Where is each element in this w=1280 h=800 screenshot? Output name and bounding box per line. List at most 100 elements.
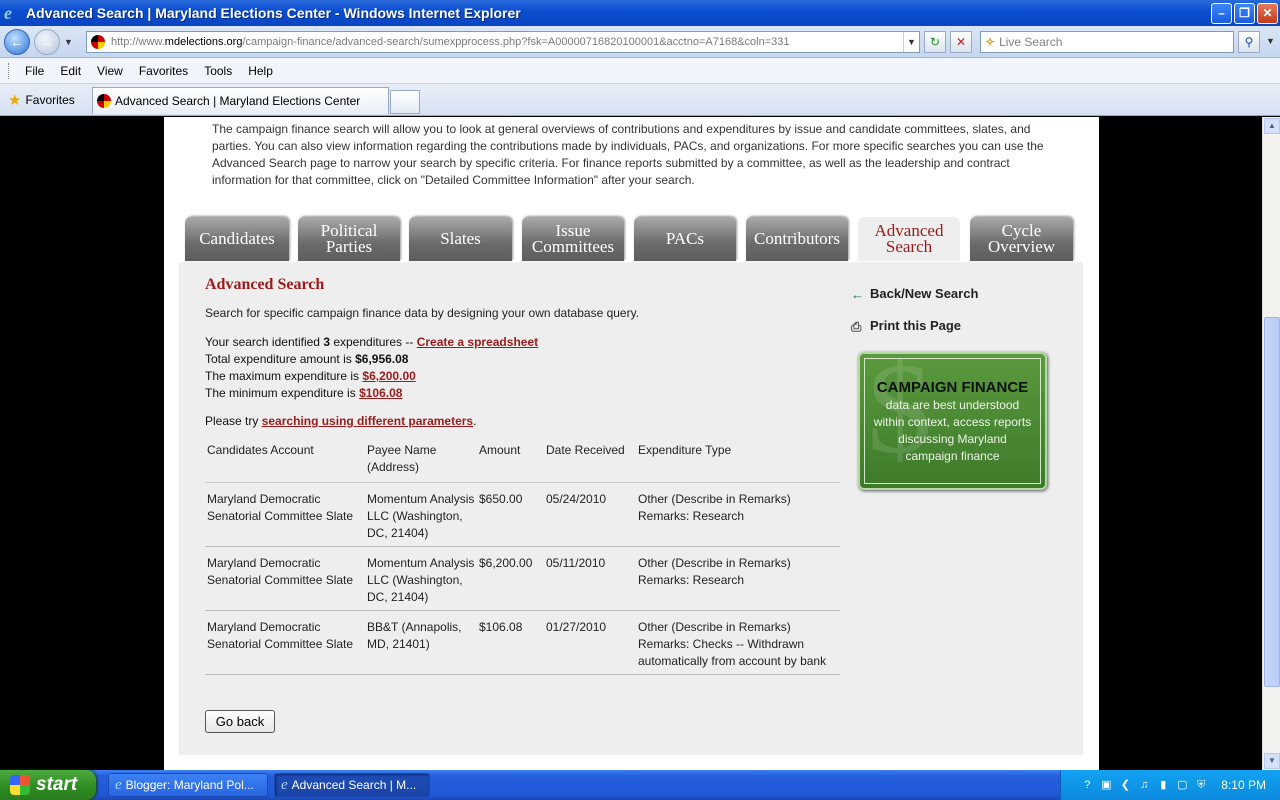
table-cell: BB&T (Annapolis, MD, 21401)	[365, 610, 477, 675]
url-host: mdelections.org	[164, 36, 243, 48]
url-path: /campaign-finance/advanced-search/sumexp…	[242, 36, 790, 48]
signal-icon[interactable]: ▮	[1156, 778, 1170, 792]
print-page-link[interactable]: ⎙ Print this Page	[851, 318, 961, 334]
table-cell: $106.08	[477, 610, 544, 675]
maryland-flag-favicon-icon	[91, 35, 105, 49]
advanced-search-panel: Advanced Search Search for specific camp…	[179, 262, 1083, 755]
favorites-bar: ★ Favorites Advanced Search | Maryland E…	[0, 84, 1280, 116]
favorites-star-icon[interactable]: ★	[8, 91, 21, 109]
taskbar-item-label: Blogger: Maryland Pol...	[125, 778, 254, 792]
campaign-finance-promo-banner[interactable]: $ CAMPAIGN FINANCE data are best underst…	[858, 352, 1047, 490]
favorites-button[interactable]: Favorites	[25, 93, 74, 107]
close-button[interactable]: ✕	[1257, 2, 1278, 24]
tab-pacs-label: PACs	[665, 229, 705, 248]
menu-tools[interactable]: Tools	[196, 64, 240, 78]
address-field[interactable]: http://www. mdelections.org/campaign-fina…	[86, 31, 920, 53]
network-icon[interactable]: ▣	[1099, 778, 1113, 792]
back-new-search-link[interactable]: ← Back/New Search	[851, 286, 978, 302]
scroll-down-icon[interactable]: ▼	[1264, 753, 1280, 769]
tab-political-parties[interactable]: Political Parties	[298, 217, 400, 261]
back-button[interactable]: ←	[4, 28, 30, 55]
column-header: Payee Name (Address)	[365, 440, 477, 483]
live-search-logo-icon: ✧	[985, 35, 996, 49]
internet-explorer-icon: e	[4, 3, 12, 23]
result-count-line: Your search identified 3 expenditures --…	[205, 334, 538, 351]
panel-description: Search for specific campaign finance dat…	[205, 306, 640, 320]
table-cell: 05/24/2010	[544, 482, 636, 547]
taskbar-item-advanced-search[interactable]: e Advanced Search | M...	[274, 773, 430, 797]
tab-candidates[interactable]: Candidates	[185, 217, 289, 261]
maximize-button[interactable]: ❐	[1234, 2, 1255, 24]
max-label: The maximum expenditure is	[205, 369, 363, 383]
search-different-parameters-link[interactable]: searching using different parameters	[262, 414, 473, 428]
url-prefix: http://www.	[111, 36, 165, 48]
intro-paragraph: The campaign finance search will allow y…	[212, 122, 1044, 187]
security-shield-icon[interactable]: ⛨	[1194, 778, 1208, 792]
minimize-button[interactable]: –	[1211, 2, 1232, 24]
tab-political-parties-label-2: Parties	[325, 237, 373, 256]
tab-contributors-label: Contributors	[754, 229, 840, 248]
windows-taskbar: start e Blogger: Maryland Pol... e Advan…	[0, 770, 1280, 800]
toolbar-grip	[8, 62, 11, 79]
stop-icon[interactable]: ✕	[950, 31, 972, 53]
browser-tab-active[interactable]: Advanced Search | Maryland Elections Cen…	[92, 87, 389, 114]
search-icon[interactable]: ⚲	[1238, 31, 1260, 53]
menu-edit[interactable]: Edit	[52, 64, 89, 78]
tab-pacs[interactable]: PACs	[634, 217, 736, 261]
table-cell: Maryland Democratic Senatorial Committee…	[205, 482, 365, 547]
total-label: Total expenditure amount is	[205, 352, 356, 366]
go-back-button[interactable]: Go back	[205, 710, 275, 733]
tab-slates[interactable]: Slates	[409, 217, 512, 261]
forward-button[interactable]: →	[34, 28, 60, 55]
help-icon[interactable]: ?	[1080, 778, 1094, 792]
max-expenditure-link[interactable]: $6,200.00	[362, 369, 415, 383]
menu-file[interactable]: File	[17, 64, 52, 78]
promo-text: data are best understood within context,…	[873, 398, 1032, 463]
tab-contributors[interactable]: Contributors	[746, 217, 848, 261]
table-cell: 01/27/2010	[544, 610, 636, 675]
panel-heading: Advanced Search	[205, 276, 325, 293]
min-expenditure-link[interactable]: $106.08	[359, 386, 402, 400]
vertical-scrollbar[interactable]: ▲ ▼	[1262, 117, 1280, 770]
search-options-dropdown-icon[interactable]: ▼	[1266, 36, 1278, 46]
tab-advanced-search[interactable]: Advanced Search	[858, 217, 960, 261]
printer-icon: ⎙	[851, 318, 862, 334]
start-label: start	[36, 774, 78, 795]
taskbar-item-label: Advanced Search | M...	[291, 778, 417, 792]
scrollbar-thumb[interactable]	[1264, 317, 1280, 687]
table-cell: Momentum Analysis LLC (Washington, DC, 2…	[365, 482, 477, 547]
table-header-row: Candidates Account Payee Name (Address) …	[205, 440, 840, 483]
address-dropdown-icon[interactable]: ▼	[903, 32, 919, 52]
taskbar-item-blogger[interactable]: e Blogger: Maryland Pol...	[108, 773, 268, 797]
window-titlebar: e Advanced Search | Maryland Elections C…	[0, 0, 1280, 26]
back-arrow-icon: ←	[851, 286, 864, 302]
table-cell: Maryland Democratic Senatorial Committee…	[205, 546, 365, 611]
total-value: $6,956.08	[355, 352, 409, 366]
menu-favorites[interactable]: Favorites	[131, 64, 196, 78]
maryland-flag-tab-icon	[97, 94, 111, 108]
show-hidden-icons-icon[interactable]: ❮	[1118, 778, 1132, 792]
recent-pages-dropdown-icon[interactable]: ▼	[64, 37, 76, 47]
system-tray: ? ▣ ❮ ♫ ▮ ▢ ⛨ 8:10 PM	[1060, 770, 1280, 800]
tab-issue-committees[interactable]: Issue Committees	[522, 217, 624, 261]
tab-cycle-overview[interactable]: Cycle Overview	[970, 217, 1073, 261]
menu-help[interactable]: Help	[240, 64, 281, 78]
table-row: Maryland Democratic Senatorial Committee…	[205, 610, 840, 675]
promo-inner: $ CAMPAIGN FINANCE data are best underst…	[864, 358, 1041, 484]
create-spreadsheet-link[interactable]: Create a spreadsheet	[417, 335, 538, 349]
volume-icon[interactable]: ♫	[1137, 778, 1151, 792]
new-tab-button[interactable]	[390, 90, 420, 114]
table-cell: $6,200.00	[477, 546, 544, 611]
page-viewport: The campaign finance search will allow y…	[0, 117, 1262, 770]
scroll-up-icon[interactable]: ▲	[1264, 118, 1280, 134]
live-search-field[interactable]: ✧ Live Search	[980, 31, 1234, 53]
column-header: Date Received	[544, 440, 636, 483]
monitor-icon[interactable]: ▢	[1175, 778, 1189, 792]
window-title: Advanced Search | Maryland Elections Cen…	[26, 5, 521, 21]
result-prefix: Your search identified	[205, 335, 324, 349]
windows-logo-icon	[10, 775, 30, 795]
start-button[interactable]: start	[0, 770, 96, 800]
refresh-icon[interactable]: ↻	[924, 31, 946, 53]
total-line: Total expenditure amount is $6,956.08	[205, 351, 538, 368]
menu-view[interactable]: View	[89, 64, 131, 78]
